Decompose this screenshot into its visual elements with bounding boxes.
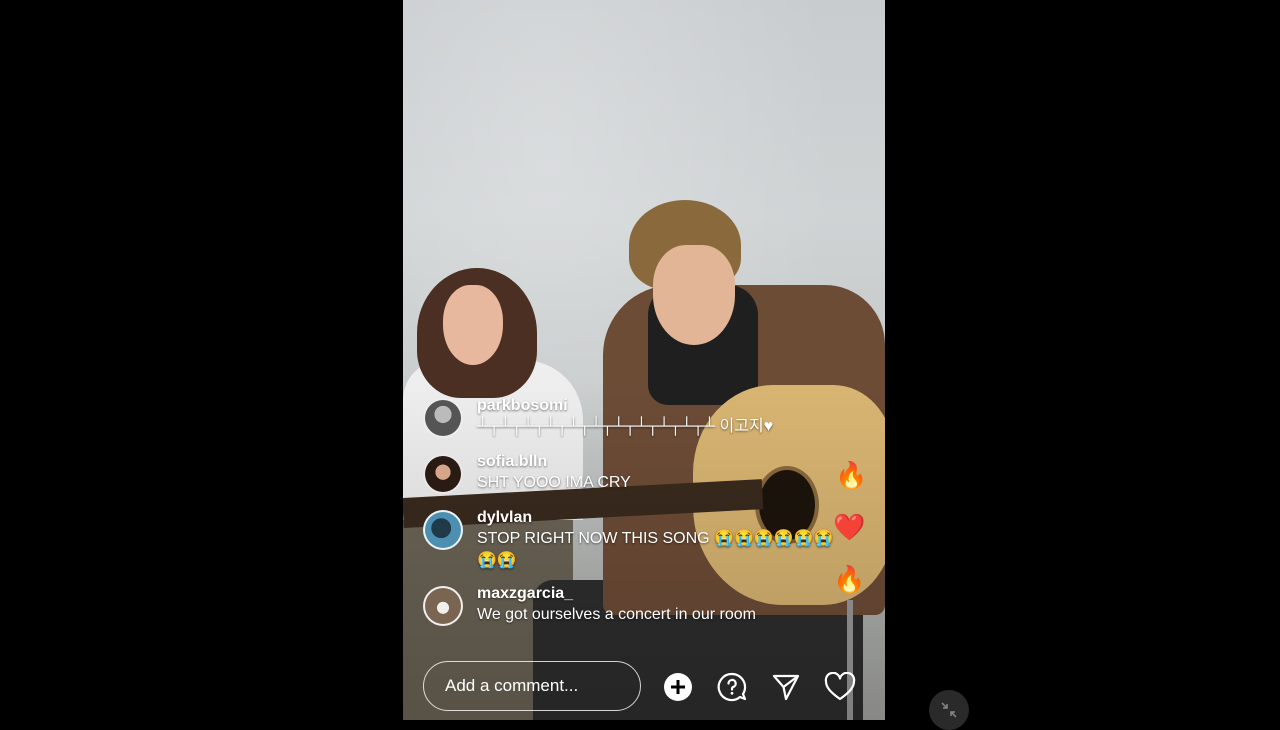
share-button[interactable]: [770, 671, 802, 703]
comment-username[interactable]: dylvlan: [477, 508, 843, 528]
add-button[interactable]: [662, 671, 694, 703]
heart-icon: [824, 672, 856, 701]
comment-item: maxzgarcia_ We got ourselves a concert i…: [423, 584, 843, 628]
avatar[interactable]: [423, 586, 463, 626]
collapse-arrows-icon: [941, 702, 957, 718]
live-video-frame: 🔥 ❤️ 🔥 parkbosomi ┴┬┴┬┴┬┴┬┴┬┴┬┴┬┴┬┴┬┴┬┴ …: [403, 0, 885, 720]
comment-text: SHT YOOO IMA CRY: [477, 474, 631, 491]
video-person-right-face: [653, 245, 735, 345]
avatar[interactable]: [423, 398, 463, 438]
question-bubble-icon: [717, 672, 747, 702]
paper-plane-icon: [772, 674, 800, 701]
plus-circle-icon: [664, 673, 692, 701]
minimize-button[interactable]: [929, 690, 969, 730]
video-person-left-face: [443, 285, 503, 365]
comment-item: parkbosomi ┴┬┴┬┴┬┴┬┴┬┴┬┴┬┴┬┴┬┴┬┴ 이고지♥: [423, 396, 843, 440]
avatar[interactable]: [423, 510, 463, 550]
add-comment-input[interactable]: Add a comment...: [423, 661, 641, 711]
question-button[interactable]: [716, 671, 748, 703]
comment-username[interactable]: parkbosomi: [477, 396, 843, 416]
like-button[interactable]: [824, 671, 856, 703]
live-comments-list: parkbosomi ┴┬┴┬┴┬┴┬┴┬┴┬┴┬┴┬┴┬┴┬┴ 이고지♥ so…: [423, 396, 843, 640]
comment-item: dylvlan STOP RIGHT NOW THIS SONG 😭😭😭😭😭😭😭…: [423, 508, 843, 572]
comment-text: We got ourselves a concert in our room: [477, 606, 756, 623]
comment-username[interactable]: maxzgarcia_: [477, 584, 843, 604]
comment-username[interactable]: sofia.blln: [477, 452, 843, 472]
avatar[interactable]: [423, 454, 463, 494]
comment-item: sofia.blln SHT YOOO IMA CRY: [423, 452, 843, 496]
comment-text: STOP RIGHT NOW THIS SONG 😭😭😭😭😭😭😭😭: [477, 530, 834, 569]
comment-text: ┴┬┴┬┴┬┴┬┴┬┴┬┴┬┴┬┴┬┴┬┴ 이고지♥: [477, 418, 774, 435]
